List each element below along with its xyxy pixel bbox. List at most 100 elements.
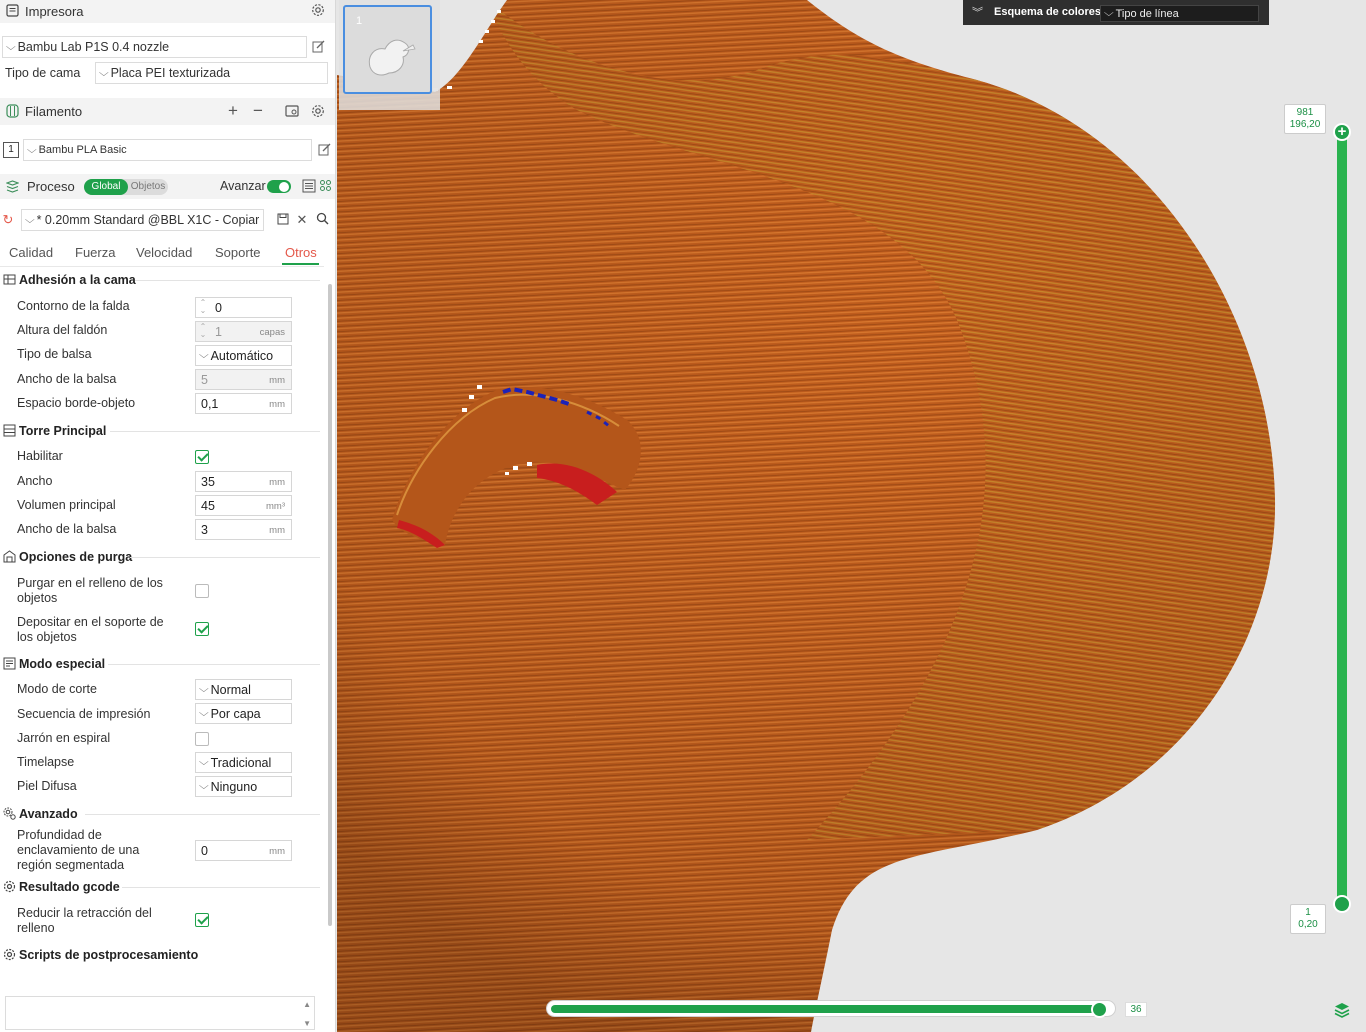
collapse-chevron-icon[interactable]: ︾ xyxy=(972,4,983,20)
chevron-down-icon: ⌵ xyxy=(98,67,109,79)
purge-support-checkbox[interactable] xyxy=(195,622,209,636)
settings-scrollbar[interactable] xyxy=(328,284,332,926)
brim-type-label: Tipo de balsa xyxy=(17,347,92,361)
tab-otros[interactable]: Otros xyxy=(285,245,317,260)
chevron-down-icon: ⌵ xyxy=(198,781,209,792)
printer-settings-gear-icon[interactable] xyxy=(310,3,326,19)
layer-slider-track[interactable] xyxy=(1337,133,1347,905)
layer-slider-bottom-handle[interactable] xyxy=(1333,895,1351,913)
plate-thumbnail[interactable]: 1 xyxy=(343,5,432,94)
stepper-arrows-icon[interactable]: ⌃ ⌄ xyxy=(199,323,207,339)
compare-presets-icon[interactable] xyxy=(317,179,333,195)
chevron-down-icon: ⌵ xyxy=(198,757,209,768)
brim-width-input[interactable]: 5 mm xyxy=(195,369,292,390)
move-slider-fill xyxy=(551,1005,1100,1013)
prime-volume-label: Volumen principal xyxy=(17,498,116,512)
fuzzy-skin-select[interactable]: ⌵ Ninguno xyxy=(195,776,292,797)
chevron-down-icon: ⌵ xyxy=(198,350,209,361)
printer-select[interactable]: ⌵ Bambu Lab P1S 0.4 nozzle xyxy=(2,36,307,58)
bed-type-select[interactable]: ⌵ Placa PEI texturizada xyxy=(95,62,328,84)
toggle-global[interactable]: Global xyxy=(84,179,128,195)
model-body xyxy=(337,0,1276,1032)
purge-icon xyxy=(2,550,16,564)
edit-printer-icon[interactable] xyxy=(310,40,326,56)
printer-section-header[interactable]: Impresora xyxy=(0,0,335,23)
brim-gap-label: Espacio borde-objeto xyxy=(17,396,136,410)
scroll-up-icon[interactable]: ▲ xyxy=(303,1000,311,1009)
prime-tower-brim-input[interactable]: 3 mm xyxy=(195,519,292,540)
3d-preview-viewport[interactable] xyxy=(337,0,1366,1032)
tab-fuerza[interactable]: Fuerza xyxy=(75,245,115,260)
gcode-gear-icon xyxy=(2,880,16,894)
process-title: Proceso xyxy=(27,179,75,194)
layers-icon[interactable] xyxy=(1334,1002,1350,1018)
filament-section-header[interactable]: Filamento + − xyxy=(0,98,335,125)
brim-gap-input[interactable]: 0,1 mm xyxy=(195,393,292,414)
bed-type-label: Tipo de cama xyxy=(5,66,81,80)
reset-preset-icon[interactable]: ↻ xyxy=(0,212,16,228)
brim-width-label: Ancho de la balsa xyxy=(17,372,117,386)
post-processing-scripts-textarea[interactable]: ▲ ▼ xyxy=(5,996,315,1030)
process-section-header[interactable]: Proceso Global Objetos Avanzar xyxy=(0,174,335,199)
advanced-label: Avanzar xyxy=(220,179,266,193)
tab-soporte[interactable]: Soporte xyxy=(215,245,261,260)
tab-velocidad[interactable]: Velocidad xyxy=(136,245,192,260)
purge-support-label: Depositar en el soporte de los objetos xyxy=(17,615,164,644)
prime-tower-enable-checkbox[interactable] xyxy=(195,450,209,464)
toggle-objects[interactable]: Objetos xyxy=(128,179,168,195)
brim-type-select[interactable]: ⌵ Automático xyxy=(195,345,292,366)
process-preset-select[interactable]: ⌵ * 0.20mm Standard @BBL X1C - Copiar xyxy=(21,209,264,231)
chevron-down-icon: ⌵ xyxy=(5,41,16,53)
layer-top-label: 981 196,20 xyxy=(1284,104,1326,134)
filament-slot-badge[interactable]: 1 xyxy=(3,142,19,158)
skirt-height-input[interactable]: ⌃ ⌄ 1 capas xyxy=(195,321,292,342)
layer-slider-top-handle[interactable]: + xyxy=(1333,123,1351,141)
prime-volume-input[interactable]: 45 mm³ xyxy=(195,495,292,516)
add-filament-icon[interactable]: + xyxy=(225,102,241,119)
print-sequence-select[interactable]: ⌵ Por capa xyxy=(195,703,292,724)
printer-title: Impresora xyxy=(25,4,84,19)
purge-infill-checkbox[interactable] xyxy=(195,584,209,598)
chevron-down-icon: ⌵ xyxy=(198,708,209,719)
edit-filament-icon[interactable] xyxy=(316,143,332,159)
color-scheme-panel[interactable]: ︾ Esquema de colores ⌵ Tipo de línea xyxy=(963,0,1269,25)
dinosaur-model-thumbnail-icon xyxy=(368,39,416,76)
move-slider-value: 36 xyxy=(1125,1002,1147,1017)
slicing-mode-select[interactable]: ⌵ Normal xyxy=(195,679,292,700)
global-objects-toggle[interactable]: Global Objetos xyxy=(84,179,168,195)
tab-calidad[interactable]: Calidad xyxy=(9,245,53,260)
save-preset-icon[interactable] xyxy=(275,212,291,228)
search-icon[interactable] xyxy=(314,212,330,228)
scroll-down-icon[interactable]: ▼ xyxy=(303,1019,311,1028)
advanced-toggle[interactable] xyxy=(267,180,291,193)
filament-icon xyxy=(6,104,19,121)
chevron-down-icon: ⌵ xyxy=(24,214,35,226)
printer-select-value: Bambu Lab P1S 0.4 nozzle xyxy=(17,40,170,54)
printer-icon xyxy=(6,4,19,20)
skirt-height-label: Altura del faldón xyxy=(17,323,108,337)
filament-select[interactable]: ⌵ Bambu PLA Basic xyxy=(23,139,312,161)
reduce-retraction-label: Reducir la retracción del relleno xyxy=(17,906,152,935)
timelapse-label: Timelapse xyxy=(17,755,75,769)
skirt-loops-input[interactable]: ⌃ ⌄ 0 xyxy=(195,297,292,318)
spiral-vase-checkbox[interactable] xyxy=(195,732,209,746)
chevron-down-icon: ⌵ xyxy=(1103,8,1114,19)
timelapse-select[interactable]: ⌵ Tradicional xyxy=(195,752,292,773)
color-scheme-select[interactable]: ⌵ Tipo de línea xyxy=(1100,5,1259,22)
sync-filament-icon[interactable] xyxy=(284,104,300,120)
filament-settings-gear-icon[interactable] xyxy=(310,104,326,120)
advanced-gear-icon xyxy=(2,807,16,821)
slicing-mode-label: Modo de corte xyxy=(17,682,97,696)
remove-filament-icon[interactable]: − xyxy=(250,102,266,119)
scripts-gear-icon xyxy=(2,948,16,962)
fuzzy-skin-label: Piel Difusa xyxy=(17,779,77,793)
interlock-depth-label: Profundidad de enclavamiento de una regi… xyxy=(17,828,140,872)
list-view-icon[interactable] xyxy=(301,179,317,195)
reduce-retraction-checkbox[interactable] xyxy=(195,913,209,927)
prime-tower-width-input[interactable]: 35 mm xyxy=(195,471,292,492)
move-slider-handle[interactable] xyxy=(1091,1001,1108,1018)
interlock-depth-input[interactable]: 0 mm xyxy=(195,840,292,861)
stepper-arrows-icon[interactable]: ⌃ ⌄ xyxy=(199,299,207,315)
close-icon[interactable]: ✕ xyxy=(294,212,310,228)
sliced-model-render xyxy=(337,0,1276,1032)
